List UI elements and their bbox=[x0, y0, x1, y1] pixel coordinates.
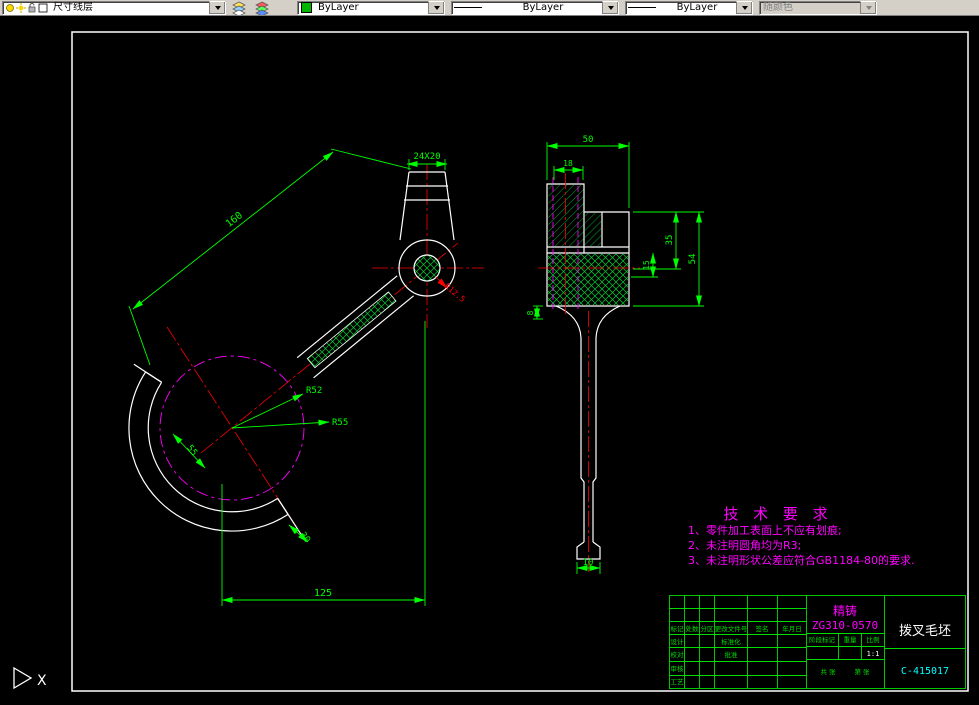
lineweight-combo[interactable]: ByLayer bbox=[625, 0, 753, 15]
label-process: 工艺 bbox=[671, 678, 685, 686]
label-approve: 批准 bbox=[725, 650, 739, 659]
layer-combo[interactable]: 尺寸线层 bbox=[2, 0, 226, 15]
section-hatch-step bbox=[585, 213, 601, 246]
plotstyle-combo-value: 随颜色 bbox=[763, 1, 793, 13]
lineweight-combo-dropdown-arrow[interactable] bbox=[736, 1, 752, 14]
lineweight-combo-value: ByLayer bbox=[676, 1, 718, 13]
make-object-layer-current-button[interactable] bbox=[252, 0, 272, 15]
layer-color-swatch-icon bbox=[38, 3, 48, 12]
technical-requirements: 技 术 要 求 1、零件加工表面上不应有划痕; 2、未注明圆角均为R3; 3、未… bbox=[688, 505, 915, 567]
ucs-x-label: X bbox=[37, 673, 47, 689]
dim-160-label: 160 bbox=[224, 210, 245, 230]
material-process: 精铸 bbox=[833, 603, 857, 618]
color-combo-dropdown-arrow[interactable] bbox=[428, 1, 444, 14]
right-view-section: 50 18 54 35 15 8 10 bbox=[526, 135, 704, 574]
label-sheets: 共 张 bbox=[820, 667, 836, 676]
label-zone: 分区 bbox=[701, 624, 715, 633]
plotstyle-combo: 随颜色 bbox=[759, 0, 877, 15]
color-combo[interactable]: ByLayer bbox=[297, 0, 445, 15]
dim-50-label: 50 bbox=[583, 135, 594, 145]
linetype-sample-line bbox=[454, 7, 482, 8]
dim-125-label: 125 bbox=[314, 588, 332, 599]
part-name: 拨叉毛坯 bbox=[899, 624, 951, 639]
sun-icon bbox=[16, 2, 26, 13]
linetype-combo-value: ByLayer bbox=[522, 1, 564, 13]
fork-outline bbox=[128, 171, 456, 539]
label-mark: 标记 bbox=[671, 624, 685, 633]
title-block: 精铸 ZG310-0570 拨叉毛坯 C-415017 标记 处数 分区 更改文… bbox=[669, 595, 966, 689]
layer-combo-dropdown-arrow[interactable] bbox=[209, 1, 225, 14]
label-design: 设计 bbox=[671, 637, 685, 646]
label-weight: 重量 bbox=[844, 636, 858, 644]
label-standard: 标准化 bbox=[721, 637, 741, 646]
plotstyle-combo-dropdown-arrow bbox=[860, 1, 876, 14]
tech-req-title: 技 术 要 求 bbox=[723, 505, 832, 523]
color-combo-value: ByLayer bbox=[318, 1, 359, 13]
label-audit: 审核 bbox=[671, 664, 685, 673]
label-sheet-no: 第 张 bbox=[854, 667, 870, 676]
dim-24x20-label: 24X20 bbox=[413, 152, 440, 162]
tech-req-item-1: 1、零件加工表面上不应有划痕; bbox=[688, 523, 842, 537]
drawing-number: C-415017 bbox=[901, 666, 949, 677]
linetype-combo-dropdown-arrow[interactable] bbox=[602, 1, 618, 14]
dim-r55-label: R55 bbox=[332, 418, 348, 428]
label-sign: 签名 bbox=[756, 624, 769, 633]
current-color-swatch bbox=[301, 2, 312, 13]
cad-drawing[interactable]: 160 24X20 125 30 55 R52 R55 R12.5 50 18 … bbox=[0, 16, 979, 701]
dim-15-label: 15 bbox=[642, 260, 651, 270]
bulb-on-icon bbox=[6, 3, 14, 12]
tech-req-item-2: 2、未注明圆角均为R3; bbox=[688, 538, 801, 552]
ucs-icon: X bbox=[13, 666, 47, 690]
dim-54-label: 54 bbox=[688, 254, 698, 265]
left-view-fork: 160 24X20 125 30 55 R52 R55 R12.5 bbox=[128, 148, 484, 606]
label-check: 校对 bbox=[671, 650, 685, 659]
dim-18-label: 18 bbox=[563, 159, 573, 168]
dim-55-label: 55 bbox=[184, 443, 199, 458]
lineweight-sample-line bbox=[628, 7, 656, 8]
colored-layers-icon bbox=[255, 1, 269, 15]
rib-section-hatched bbox=[306, 291, 397, 369]
label-change-doc: 更改文件号 bbox=[715, 624, 748, 633]
label-date: 年月日 bbox=[782, 624, 802, 633]
sheet-border bbox=[71, 31, 969, 692]
layer-properties-button[interactable] bbox=[229, 0, 249, 15]
layer-combo-value: 尺寸线层 bbox=[53, 1, 93, 13]
dim-r125-label: R12.5 bbox=[443, 282, 467, 304]
scale-value: 1:1 bbox=[867, 650, 880, 658]
linetype-combo[interactable]: ByLayer bbox=[451, 0, 619, 15]
label-stage: 阶段标记 bbox=[809, 635, 836, 644]
model-space-canvas[interactable]: 160 24X20 125 30 55 R52 R55 R12.5 50 18 … bbox=[0, 16, 979, 701]
dim-8-label: 8 bbox=[526, 310, 535, 315]
ucs-arrow-icon bbox=[13, 666, 33, 690]
section-hatch-flange bbox=[548, 254, 628, 305]
dim-r52-label: R52 bbox=[306, 386, 322, 396]
material-grade: ZG310-0570 bbox=[812, 619, 878, 632]
label-scale: 比例 bbox=[867, 635, 880, 644]
layers-icon bbox=[232, 1, 246, 15]
object-properties-toolbar: 尺寸线层 ByLayer ByLayer ByLayer 随颜色 bbox=[0, 0, 979, 16]
layer-state-icons bbox=[3, 2, 50, 13]
dimensions-left bbox=[128, 148, 448, 606]
lock-open-icon bbox=[28, 2, 36, 12]
dim-10-label: 10 bbox=[583, 558, 594, 568]
label-count: 处数 bbox=[686, 624, 700, 633]
dim-35-label: 35 bbox=[665, 235, 675, 246]
tech-req-item-3: 3、未注明形状公差应符合GB1184-80的要求. bbox=[688, 553, 915, 567]
